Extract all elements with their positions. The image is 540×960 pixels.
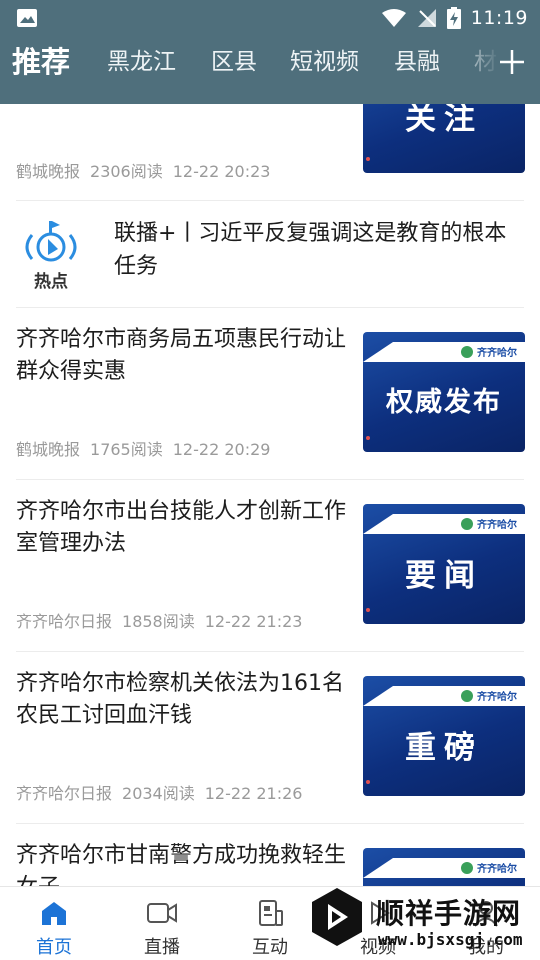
watermark-name: 顺祥手游网 [376,897,522,930]
news-reads: 2034阅读 [122,784,195,803]
app-header: 11:19 推荐 黑龙江 区县 短视频 县融 材 [0,0,540,104]
banner-text: 齐齐哈尔 [477,346,517,359]
news-thumbnail: 齐齐哈尔 重磅 [363,676,525,796]
thumbnail-text: 权威发布 [386,387,502,418]
news-time: 12-22 20:23 [172,162,271,181]
video-camera-icon [147,903,177,923]
news-item[interactable]: 齐齐哈尔市商务局五项惠民行动让群众得实惠 鹤城晚报 1765阅读 12-22 20:… [0,308,540,479]
news-reads: 1858阅读 [122,612,195,631]
news-title: 齐齐哈尔市商务局五项惠民行动让群众得实惠 [16,327,347,384]
tab-recommend[interactable]: 推荐 [12,40,70,84]
thumbnail-dot [366,157,370,161]
news-reads: 2306阅读 [90,162,163,181]
tab-short-video[interactable]: 短视频 [290,40,359,84]
banner-text: 齐齐哈尔 [477,690,517,703]
news-source: 鹤城晚报 [16,440,81,459]
add-channel-icon[interactable] [496,46,528,78]
news-item-hot[interactable]: 热点 联播+丨习近平反复强调这是教育的根本任务 [0,201,540,307]
wifi-icon [381,9,406,27]
news-title: 联播+丨习近平反复强调这是教育的根本任务 [114,221,507,279]
news-time: 12-22 21:23 [204,612,303,631]
battery-charging-icon [446,7,461,29]
news-title: 齐齐哈尔市检察机关依法为161名农民工讨回血汗钱 [16,671,344,728]
news-time: 12-22 21:26 [204,784,303,803]
news-meta: 齐齐哈尔日报 2034阅读 12-22 21:26 [16,780,312,804]
nav-home-label: 首页 [36,937,72,958]
thumbnail-text: 要闻 [405,558,483,594]
tab-heilongjiang[interactable]: 黑龙江 [107,40,176,84]
no-signal-icon [417,9,436,27]
status-bar: 11:19 [0,0,540,36]
news-time: 12-22 20:29 [172,440,271,459]
news-item[interactable]: 齐齐哈尔市出台技能人才创新工作室管理办法 齐齐哈尔日报 1858阅读 12-22 2… [0,480,540,651]
thumbnail-banner: 齐齐哈尔 [363,858,525,878]
news-title: 齐齐哈尔市出台技能人才创新工作室管理办法 [16,499,347,556]
watermark-url: www.bjsxsgj.com [378,930,523,949]
watermark: 顺祥手游网 www.bjsxsgj.com [308,882,540,960]
thumbnail-banner: 齐齐哈尔 [363,514,525,534]
status-time: 11:19 [470,7,528,29]
gallery-notification-icon [17,9,37,27]
banner-text: 齐齐哈尔 [477,862,517,875]
thumbnail-banner: 齐齐哈尔 [363,342,525,362]
news-thumbnail: 齐齐哈尔 要闻 [363,504,525,624]
hot-logo-text: 热点 [34,271,68,292]
nav-live-label: 直播 [144,937,180,958]
thumbnail-dot [366,436,370,440]
news-meta: 鹤城晚报 1765阅读 12-22 20:29 [16,436,280,460]
nav-live[interactable]: 直播 [108,887,216,960]
news-item[interactable]: 齐齐哈尔市检察机关依法为161名农民工讨回血汗钱 齐齐哈尔日报 2034阅读 12-… [0,652,540,823]
news-source: 齐齐哈尔日报 [16,612,113,631]
thumbnail-dot [366,780,370,784]
news-meta: 鹤城晚报 2306阅读 12-22 20:23 [16,158,280,182]
news-meta: 齐齐哈尔日报 1858阅读 12-22 21:23 [16,608,312,632]
thumbnail-text: 重磅 [405,730,483,766]
news-source: 齐齐哈尔日报 [16,784,113,803]
thumbnail-banner: 齐齐哈尔 [363,686,525,706]
news-thumbnail: 齐齐哈尔 权威发布 [363,332,525,452]
document-icon [259,900,283,926]
news-reads: 1765阅读 [90,440,163,459]
watermark-logo [312,888,362,946]
nav-home[interactable]: 首页 [0,887,108,960]
banner-text: 齐齐哈尔 [477,518,517,531]
news-source: 鹤城晚报 [16,162,81,181]
thumbnail-dot [366,608,370,612]
tabs-fade [450,40,500,88]
tab-county[interactable]: 区县 [211,40,257,84]
channel-tabs: 推荐 黑龙江 区县 短视频 县融 材 [0,40,540,90]
tab-county-media[interactable]: 县融 [394,40,440,84]
home-icon [42,902,66,925]
hot-topic-logo: 热点 [25,221,77,292]
